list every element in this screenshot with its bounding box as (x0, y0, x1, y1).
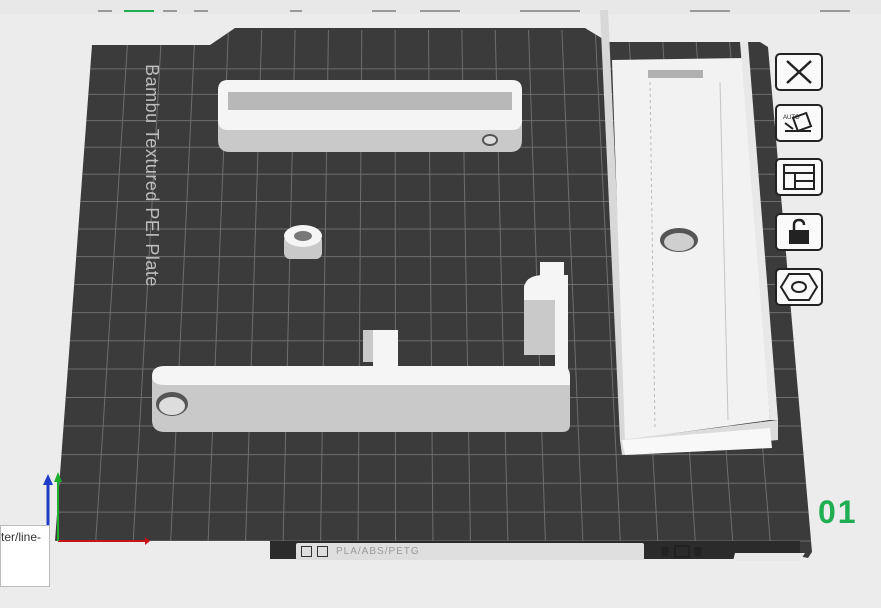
plate-settings-button[interactable] (775, 268, 823, 306)
hover-tooltip: ter/line- (0, 525, 50, 587)
auto-orient-button[interactable]: AUTO (775, 104, 823, 142)
close-plate-button[interactable] (775, 53, 823, 91)
filament-icon[interactable] (317, 546, 328, 557)
hexagon-nut-icon (779, 273, 819, 301)
plate-number: 01 (818, 494, 858, 530)
3d-viewport[interactable]: Bambu Textured PEI Plate (0, 0, 881, 608)
plate-icon (674, 545, 690, 558)
arrange-button[interactable] (775, 158, 823, 196)
plate-type-label: Bambu Textured PEI Plate (141, 64, 162, 287)
filament-type: PLA/ABS/PETG (336, 546, 420, 557)
arrange-layout-icon (783, 164, 815, 190)
lock-plate-button[interactable] (775, 213, 823, 251)
plate-corner-tab (733, 553, 805, 561)
part-washer (284, 225, 322, 259)
trash-icon (661, 547, 669, 556)
nozzle-icon[interactable] (301, 546, 312, 557)
plate-action-icons[interactable] (658, 543, 708, 559)
build-plate-scene[interactable] (0, 0, 881, 608)
part-ring-frame (218, 80, 522, 152)
plate-info-bar[interactable]: PLA/ABS/PETG (296, 543, 644, 560)
unlock-icon (789, 218, 809, 244)
close-x-icon (786, 60, 812, 84)
auto-orient-icon: AUTO (783, 111, 813, 133)
trash-icon-2 (694, 547, 702, 556)
